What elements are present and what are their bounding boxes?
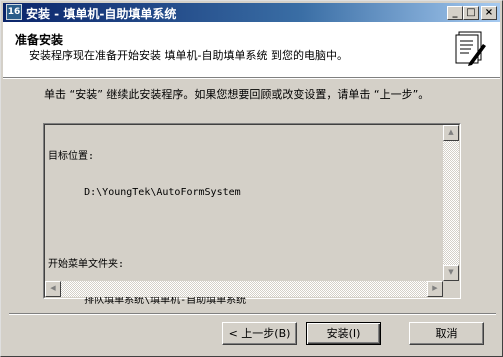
back-button[interactable]: < 上一步(B) xyxy=(222,322,297,345)
memo-line: 开始菜单文件夹: xyxy=(48,259,125,270)
installer-window: 16 安装 - 填单机-自助填单系统 _ □ × 准备安装 安装程序现在准备开始… xyxy=(0,0,503,357)
scroll-down-arrow-icon[interactable]: ▼ xyxy=(443,265,459,281)
close-button[interactable]: × xyxy=(481,6,497,20)
page-description: 安装程序现在准备开始安装 填单机-自助填单系统 到您的电脑中。 xyxy=(29,49,348,62)
document-pen-icon xyxy=(455,31,486,66)
instruction-text: 单击 “安装” 继续此安装程序。如果您想要回顾或改变设置，请单击 “上一步”。 xyxy=(44,88,430,101)
app-icon: 16 xyxy=(6,4,22,20)
scroll-left-arrow-icon[interactable]: ◀ xyxy=(45,281,61,297)
memo-line xyxy=(48,223,246,235)
footer-separator-highlight xyxy=(9,314,496,315)
header-separator xyxy=(3,78,500,79)
ready-memo[interactable]: 目标位置: D:\YoungTek\AutoFormSystem 开始菜单文件夹… xyxy=(43,123,461,306)
horizontal-scrollbar[interactable]: ◀ ▶ xyxy=(45,281,443,297)
memo-frame: 目标位置: D:\YoungTek\AutoFormSystem 开始菜单文件夹… xyxy=(44,124,460,306)
minimize-button[interactable]: _ xyxy=(447,6,463,20)
cancel-button[interactable]: 取消 xyxy=(409,322,484,345)
memo-line: D:\YoungTek\AutoFormSystem xyxy=(48,187,241,198)
window-title: 安装 - 填单机-自助填单系统 xyxy=(26,7,177,21)
memo-line: 目标位置: xyxy=(48,151,95,162)
wizard-header: 准备安装 安装程序现在准备开始安装 填单机-自助填单系统 到您的电脑中。 xyxy=(3,22,500,78)
vertical-scrollbar[interactable]: ▲ ▼ xyxy=(443,125,459,281)
scrollbar-corner xyxy=(443,281,459,297)
maximize-button[interactable]: □ xyxy=(463,6,479,20)
scroll-right-arrow-icon[interactable]: ▶ xyxy=(427,281,443,297)
scroll-up-arrow-icon[interactable]: ▲ xyxy=(443,125,459,141)
install-button[interactable]: 安装(I) xyxy=(306,322,381,345)
title-bar[interactable]: 16 安装 - 填单机-自助填单系统 _ □ × xyxy=(3,3,500,22)
page-title: 准备安装 xyxy=(15,33,64,47)
memo-content: 目标位置: D:\YoungTek\AutoFormSystem 开始菜单文件夹… xyxy=(48,127,246,331)
